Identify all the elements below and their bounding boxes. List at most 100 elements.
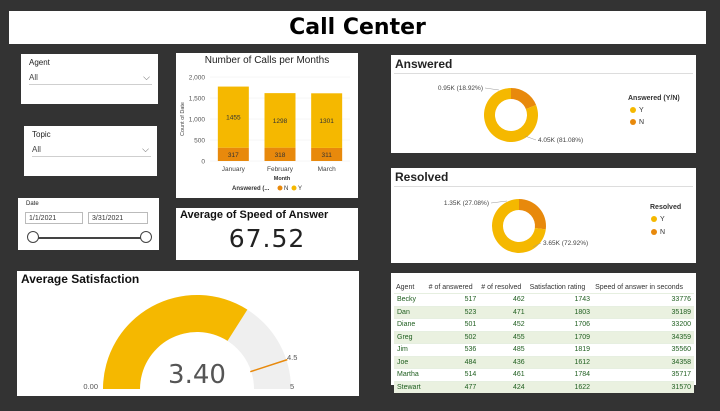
- gauge-target-label: 4.5: [287, 353, 297, 362]
- legend-dot-n: [277, 185, 283, 191]
- column-header-speed[interactable]: Speed of answer in seconds: [593, 281, 694, 294]
- table-cell-value: 35189: [593, 305, 694, 319]
- answered-legend-y: Y: [630, 107, 644, 114]
- table-row[interactable]: Diane 501 452 1706 33200: [394, 318, 694, 331]
- table-cell-value: 484: [426, 355, 480, 369]
- table-cell-value: 523: [426, 305, 480, 319]
- end-date-input[interactable]: 3/31/2021: [88, 212, 148, 224]
- agent-table: Agent # of answered # of resolved Satisf…: [394, 281, 694, 393]
- table-cell-agent: Martha: [394, 368, 427, 381]
- table-cell-value: 1706: [527, 318, 594, 331]
- table-row[interactable]: Stewart 477 424 1622 31570: [394, 380, 694, 393]
- start-date-input[interactable]: 1/1/2021: [25, 212, 83, 224]
- table-cell-value: 33200: [593, 318, 694, 331]
- legend-dot-y: [651, 216, 657, 223]
- satisfaction-gauge: 3.40 0.00 5 4.5: [83, 295, 297, 391]
- table-cell-value: 35560: [593, 343, 694, 356]
- table-row[interactable]: Jim 536 485 1819 35560: [394, 343, 694, 356]
- table-cell-value: 517: [426, 293, 480, 306]
- agent-table-card: Agent # of answered # of resolved Satisf…: [391, 273, 696, 393]
- column-header-satisfaction[interactable]: Satisfaction rating: [528, 281, 593, 294]
- donut-slice-n: [519, 199, 546, 230]
- table-cell-value: 1709: [527, 330, 594, 344]
- calls-per-month-card: Number of Calls per Months 0 500 1,000 1,50…: [176, 53, 358, 198]
- donut-label-n: 0.95K (18.92%): [438, 85, 483, 92]
- donut-label-y: 4.05K (81.08%): [538, 137, 583, 144]
- date-range-start-handle[interactable]: [27, 231, 39, 243]
- answered-card: Answered 0.95K (18.92%) 4.05K (81.08%) An…: [391, 55, 696, 153]
- speed-value: 67.52: [228, 224, 306, 253]
- leader-line: [524, 135, 537, 141]
- legend-label-y: Y: [298, 186, 302, 192]
- table-cell-value: 455: [479, 330, 528, 344]
- table-cell-value: 461: [479, 368, 528, 381]
- table-row[interactable]: Becky 517 462 1743 33776: [394, 293, 694, 306]
- table-cell-value: 452: [479, 318, 528, 331]
- gauge-min-label: 0.00: [83, 382, 98, 391]
- table-cell-value: 424: [479, 380, 528, 393]
- bar-label-y: 1455: [226, 115, 241, 122]
- table-cell-value: 436: [479, 355, 528, 369]
- table-cell-value: 471: [479, 305, 528, 319]
- leader-line: [484, 87, 500, 91]
- gauge-value: 3.40: [168, 360, 226, 390]
- satisfaction-card: Average Satisfaction 3.40 0.00 5 4.5: [17, 271, 359, 396]
- legend-dot-y: [630, 107, 636, 114]
- table-cell-agent: Dan: [394, 305, 427, 319]
- agent-dropdown[interactable]: All ⌵: [29, 70, 152, 85]
- dashboard-title-bar: Call Center: [9, 11, 706, 44]
- table-cell-value: 514: [426, 368, 480, 381]
- agent-dropdown-value: All: [29, 72, 38, 82]
- table-cell-value: 502: [426, 330, 480, 344]
- legend-label-n: N: [660, 229, 666, 236]
- table-cell-value: 536: [426, 343, 480, 356]
- table-cell-value: 33776: [593, 293, 694, 306]
- topic-dropdown[interactable]: All ⌵: [32, 142, 151, 157]
- column-header-agent[interactable]: Agent: [394, 281, 427, 294]
- table-cell-agent: Joe: [394, 355, 427, 369]
- answered-legend-n: N: [630, 119, 644, 126]
- speed-title: Average of Speed of Answer: [180, 209, 329, 221]
- legend-label-y: Y: [660, 216, 665, 223]
- resolved-legend-title: Resolved: [650, 204, 682, 211]
- date-range-track: [34, 237, 147, 239]
- table-cell-value: 1612: [527, 355, 594, 369]
- table-row[interactable]: Martha 514 461 1784 35717: [394, 368, 694, 381]
- resolved-legend-y: Y: [651, 216, 665, 223]
- chevron-down-icon: ⌵: [143, 71, 150, 82]
- y-tick-label: 500: [194, 138, 205, 145]
- table-cell-value: 1622: [527, 380, 594, 393]
- chevron-down-icon: ⌵: [142, 143, 149, 154]
- table-header-row: Agent # of answered # of resolved Satisf…: [394, 281, 694, 294]
- column-header-resolved[interactable]: # of resolved: [479, 281, 527, 294]
- table-row[interactable]: Joe 484 436 1612 34358: [394, 355, 694, 369]
- topic-dropdown-value: All: [32, 144, 41, 154]
- x-tick-label: March: [318, 166, 336, 173]
- legend-title: Answered (...: [232, 186, 270, 192]
- legend-label-n: N: [284, 186, 288, 192]
- resolved-card: Resolved 1.35K (27.08%) 3.65K (72.92%) Re…: [391, 168, 696, 263]
- date-slicer-label: Date: [26, 201, 39, 207]
- table-cell-value: 1743: [527, 293, 594, 306]
- y-tick-label: 0: [201, 159, 205, 166]
- speed-card: Average of Speed of Answer 67.52: [176, 208, 358, 260]
- answered-donut-chart: 0.95K (18.92%) 4.05K (81.08%): [438, 85, 583, 144]
- y-tick-label: 1,000: [189, 117, 206, 124]
- donut-label-y: 3.65K (72.92%): [543, 240, 588, 247]
- column-header-answered[interactable]: # of answered: [427, 281, 480, 294]
- table-cell-value: 34359: [593, 330, 694, 344]
- table-cell-value: 462: [479, 293, 528, 306]
- answered-legend-title: Answered (Y/N): [628, 95, 680, 102]
- y-tick-label: 2,000: [189, 75, 206, 82]
- gauge-max-label: 5: [290, 382, 294, 391]
- legend-dot-n: [630, 119, 636, 126]
- table-cell-agent: Greg: [394, 330, 427, 344]
- table-cell-value: 477: [426, 380, 480, 393]
- x-tick-label: February: [267, 166, 294, 173]
- table-row[interactable]: Dan 523 471 1803 35189: [394, 305, 694, 319]
- date-range-end-handle[interactable]: [140, 231, 152, 243]
- topic-slicer-label: Topic: [32, 130, 51, 139]
- table-row[interactable]: Greg 502 455 1709 34359: [394, 330, 694, 344]
- x-tick-label: January: [222, 166, 246, 173]
- table-cell-value: 1784: [527, 368, 594, 381]
